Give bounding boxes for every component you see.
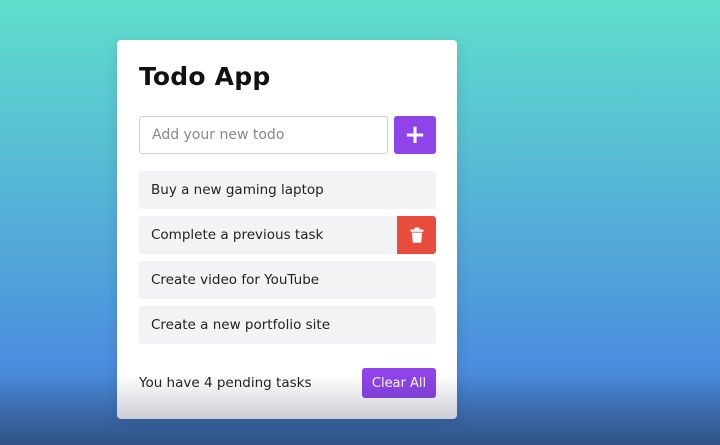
todo-item[interactable]: Create a new portfolio site bbox=[139, 306, 436, 344]
trash-icon bbox=[410, 227, 423, 243]
app-title: Todo App bbox=[139, 62, 271, 91]
todo-list: Buy a new gaming laptop Complete a previ… bbox=[139, 171, 436, 351]
todo-item-text: Create video for YouTube bbox=[151, 272, 320, 288]
add-todo-button[interactable]: + bbox=[394, 116, 436, 154]
clear-all-button[interactable]: Clear All bbox=[362, 368, 436, 398]
todo-input-row: + bbox=[139, 116, 436, 154]
todo-item-text: Complete a previous task bbox=[151, 227, 324, 243]
todo-footer: You have 4 pending tasks Clear All bbox=[139, 368, 436, 398]
plus-icon: + bbox=[404, 120, 426, 150]
todo-card: Todo App + Buy a new gaming laptop Compl… bbox=[117, 40, 457, 419]
todo-input[interactable] bbox=[139, 116, 388, 154]
todo-item-text: Create a new portfolio site bbox=[151, 317, 331, 333]
delete-todo-button[interactable] bbox=[397, 216, 436, 254]
todo-item-text: Buy a new gaming laptop bbox=[151, 182, 324, 198]
pending-count-text: You have 4 pending tasks bbox=[139, 375, 312, 391]
todo-item[interactable]: Create video for YouTube bbox=[139, 261, 436, 299]
todo-item[interactable]: Buy a new gaming laptop bbox=[139, 171, 436, 209]
todo-item[interactable]: Complete a previous task bbox=[139, 216, 436, 254]
